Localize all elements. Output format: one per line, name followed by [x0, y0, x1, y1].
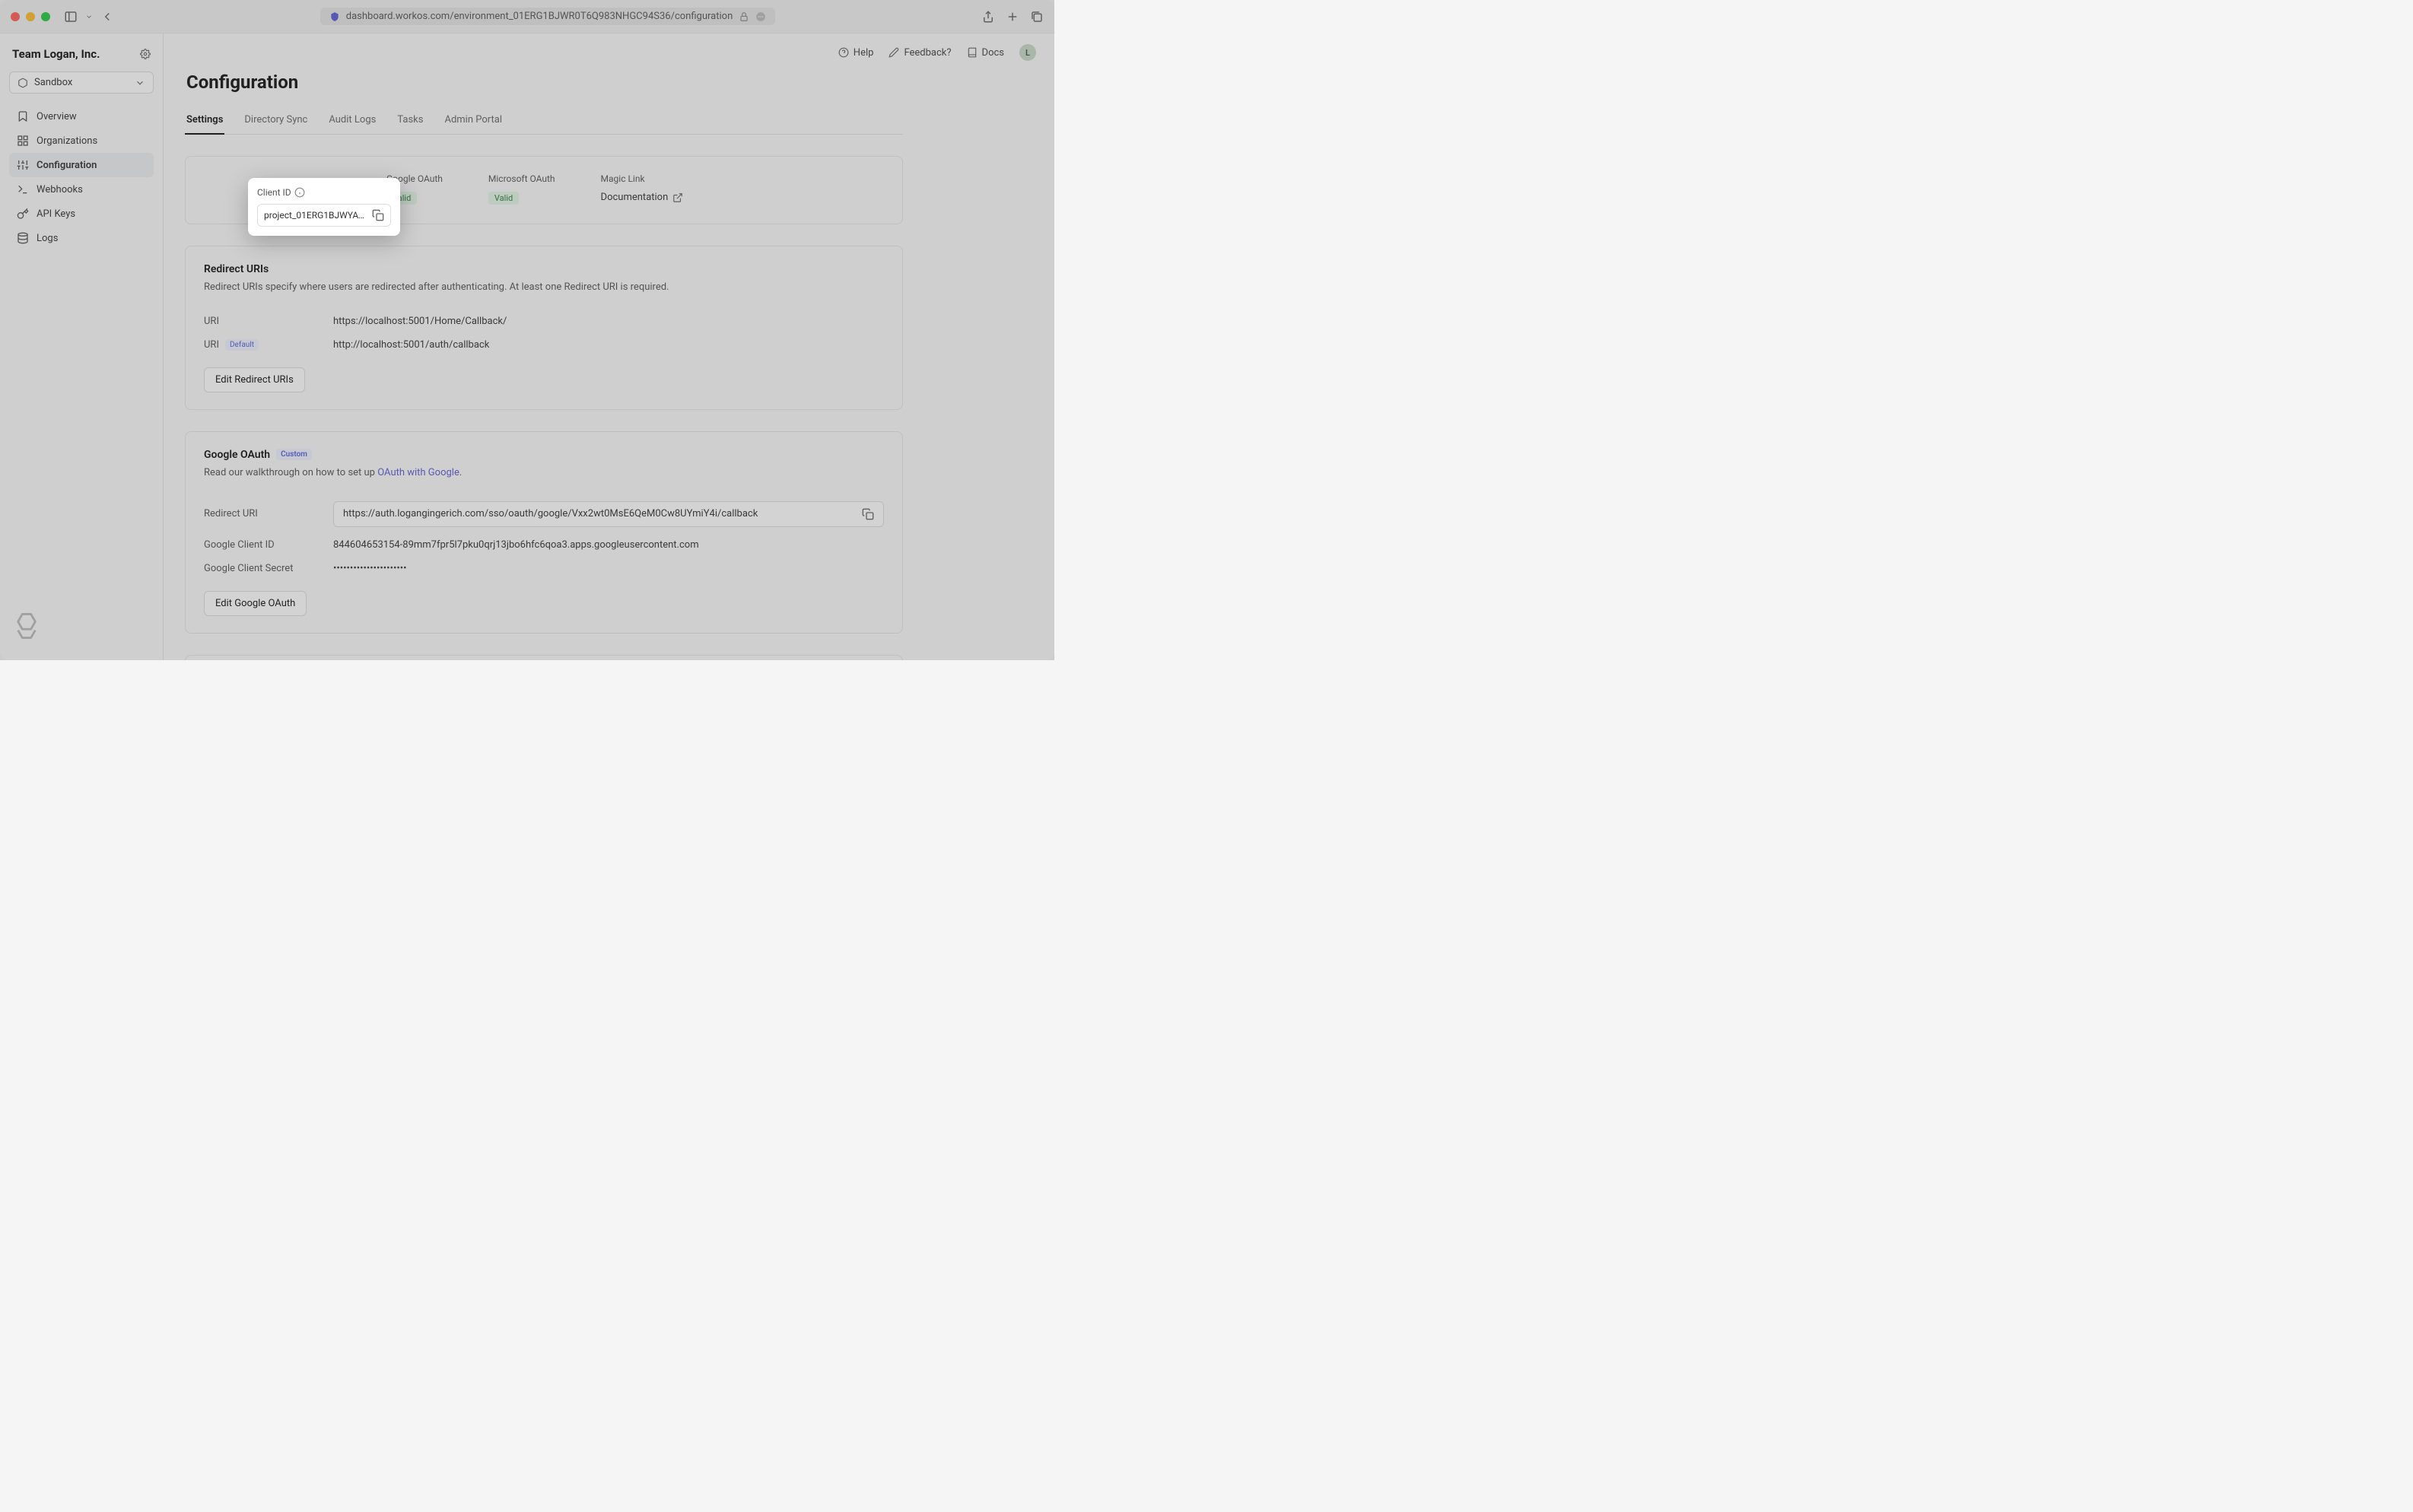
traffic-lights	[11, 12, 50, 21]
copy-icon[interactable]	[372, 209, 384, 221]
redirect-uris-title: Redirect URIs	[204, 263, 884, 275]
external-link-icon	[672, 192, 683, 203]
environment-label: Sandbox	[34, 77, 72, 88]
site-shield-icon	[329, 11, 340, 22]
microsoft-oauth-status: Valid	[488, 192, 519, 205]
copy-icon[interactable]	[862, 508, 874, 520]
sidebar-item-configuration[interactable]: Configuration	[9, 153, 154, 177]
new-tab-icon[interactable]	[1006, 10, 1019, 24]
tab-tasks[interactable]: Tasks	[396, 106, 424, 135]
edit-google-oauth-button[interactable]: Edit Google OAuth	[204, 591, 307, 616]
google-client-secret-value: ••••••••••••••••••••••	[333, 563, 884, 574]
sidebar-item-label: Organizations	[37, 135, 97, 147]
topbar: Help Feedback? Docs L	[164, 33, 1054, 71]
docs-link[interactable]: Docs	[967, 47, 1004, 59]
chevron-down-icon[interactable]	[85, 10, 93, 24]
minimize-window-icon[interactable]	[26, 12, 35, 21]
main-content: Help Feedback? Docs L Configuration Sett…	[164, 33, 1054, 660]
redirect-uri-row: URI https://localhost:5001/Home/Callback…	[204, 310, 884, 333]
sidebar-item-label: Configuration	[37, 160, 97, 171]
book-icon	[967, 47, 978, 58]
sidebar-item-label: API Keys	[37, 208, 75, 220]
terminal-icon	[17, 183, 29, 195]
uri-label: URI	[204, 339, 219, 351]
sidebar-item-label: Webhooks	[37, 184, 83, 195]
google-redirect-uri-field[interactable]: https://auth.logangingerich.com/sso/oaut…	[333, 501, 884, 527]
page-title: Configuration	[185, 71, 903, 93]
pencil-icon	[889, 47, 899, 58]
edit-redirect-uris-button[interactable]: Edit Redirect URIs	[204, 367, 305, 392]
grid-icon	[17, 135, 29, 147]
url-text: dashboard.workos.com/environment_01ERG1B…	[346, 11, 733, 22]
custom-badge: Custom	[276, 449, 312, 460]
url-bar[interactable]: dashboard.workos.com/environment_01ERG1B…	[320, 8, 776, 25]
microsoft-oauth-card: Microsoft OAuth	[185, 655, 903, 660]
redirect-uri-row: URI Default http://localhost:5001/auth/c…	[204, 333, 884, 357]
oauth-google-link[interactable]: OAuth with Google	[377, 467, 459, 478]
team-name: Team Logan, Inc.	[12, 47, 100, 61]
tab-audit-logs[interactable]: Audit Logs	[327, 106, 377, 135]
google-client-id-value: 844604653154-89mm7fpr5l7pku0qrj13jbo6hfc…	[333, 539, 884, 551]
sidebar-item-webhooks[interactable]: Webhooks	[9, 177, 154, 202]
sliders-icon	[17, 159, 29, 171]
uri-value: https://localhost:5001/Home/Callback/	[333, 316, 884, 327]
google-oauth-title: Google OAuth	[204, 449, 270, 461]
bookmark-icon	[17, 110, 29, 122]
sidebar-item-label: Logs	[37, 233, 58, 244]
sidebar-item-organizations[interactable]: Organizations	[9, 129, 154, 153]
sidebar-item-logs[interactable]: Logs	[9, 226, 154, 250]
feedback-link[interactable]: Feedback?	[889, 47, 951, 59]
avatar[interactable]: L	[1019, 44, 1036, 61]
tab-settings[interactable]: Settings	[185, 106, 224, 135]
environment-selector[interactable]: Sandbox	[9, 71, 154, 94]
sidebar: Team Logan, Inc. Sandbox Overview Organi…	[0, 33, 164, 660]
tabs-icon[interactable]	[1030, 10, 1044, 24]
client-id-field[interactable]: project_01ERG1BJWYAW	[257, 204, 391, 227]
client-id-value: project_01ERG1BJWYAW	[264, 210, 366, 221]
maximize-window-icon[interactable]	[41, 12, 50, 21]
share-icon[interactable]	[981, 10, 995, 24]
titlebar: dashboard.workos.com/environment_01ERG1B…	[0, 0, 1054, 33]
more-icon[interactable]	[755, 11, 766, 22]
google-redirect-label: Redirect URI	[204, 508, 333, 519]
sidebar-toggle-icon[interactable]	[64, 10, 78, 24]
lock-icon	[739, 11, 749, 22]
sidebar-item-api-keys[interactable]: API Keys	[9, 202, 154, 226]
tab-directory-sync[interactable]: Directory Sync	[243, 106, 309, 135]
google-client-secret-label: Google Client Secret	[204, 563, 333, 574]
redirect-uris-desc: Redirect URIs specify where users are re…	[204, 280, 884, 296]
google-oauth-desc: Read our walkthrough on how to set up OA…	[204, 465, 884, 481]
redirect-uris-card: Redirect URIs Redirect URIs specify wher…	[185, 246, 903, 410]
microsoft-oauth-label: Microsoft OAuth	[488, 173, 555, 184]
google-redirect-uri-value: https://auth.logangingerich.com/sso/oaut…	[343, 508, 856, 519]
uri-value: http://localhost:5001/auth/callback	[333, 339, 884, 351]
google-oauth-card: Google OAuth Custom Read our walkthrough…	[185, 431, 903, 634]
client-id-label: Client ID	[257, 187, 291, 198]
magic-link-label: Magic Link	[601, 173, 684, 184]
back-icon[interactable]	[100, 10, 114, 24]
chevron-down-icon	[135, 78, 145, 88]
info-icon[interactable]	[294, 187, 305, 198]
uri-label: URI	[204, 316, 333, 327]
tab-admin-portal[interactable]: Admin Portal	[443, 106, 504, 135]
close-window-icon[interactable]	[11, 12, 20, 21]
client-id-popout: Client ID project_01ERG1BJWYAW	[248, 178, 400, 236]
box-icon	[17, 78, 28, 88]
database-icon	[17, 232, 29, 244]
gear-icon[interactable]	[140, 49, 151, 59]
default-badge: Default	[225, 339, 259, 351]
google-client-id-label: Google Client ID	[204, 539, 333, 551]
sidebar-item-label: Overview	[37, 111, 77, 122]
workos-logo-icon	[14, 613, 40, 639]
sidebar-item-overview[interactable]: Overview	[9, 104, 154, 129]
key-icon	[17, 208, 29, 220]
help-icon	[838, 47, 849, 58]
magic-link-docs[interactable]: Documentation	[601, 192, 684, 203]
tabs: Settings Directory Sync Audit Logs Tasks…	[185, 106, 903, 135]
help-link[interactable]: Help	[838, 47, 874, 59]
